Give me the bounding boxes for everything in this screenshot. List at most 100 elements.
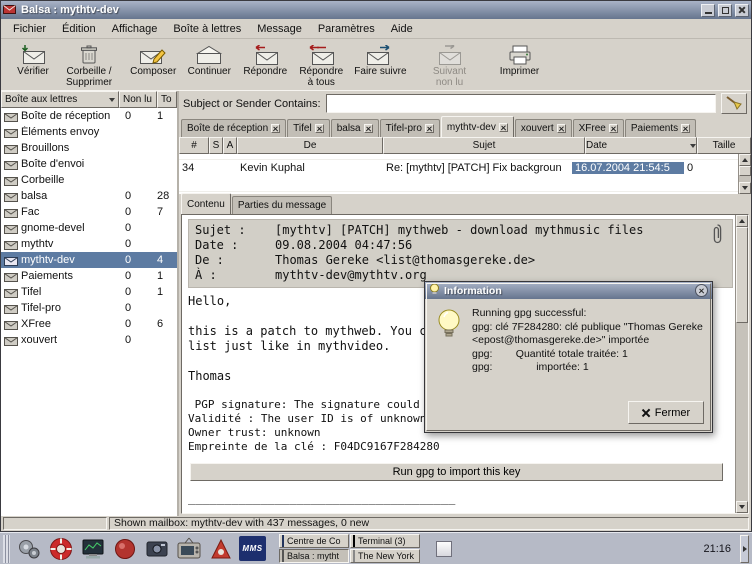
panel-handle[interactable] [3, 535, 10, 563]
partial-row[interactable] [179, 176, 738, 192]
mailbox-item-tifel-pro[interactable]: Tifel-pro0 [1, 300, 177, 316]
toolbar-imprimer[interactable]: Imprimer [492, 41, 548, 89]
mailbox-item-paiements[interactable]: Paiements01 [1, 268, 177, 284]
system-monitor-icon[interactable] [78, 535, 107, 563]
toolbar-faire-suivre[interactable]: Faire suivre [349, 41, 411, 89]
panel-hide-button[interactable] [740, 535, 749, 563]
tab-tifel[interactable]: Tifel [287, 119, 330, 137]
scroll-up-icon[interactable] [736, 215, 748, 227]
tab-xouvert[interactable]: xouvert [515, 119, 572, 137]
mailbox-col-to[interactable]: To [157, 91, 177, 108]
content-tab-contenu[interactable]: Contenu [181, 193, 231, 214]
menu-fichier[interactable]: Fichier [5, 21, 54, 37]
scroll-down-icon[interactable] [739, 182, 751, 194]
task-the-new-york[interactable]: The New York [350, 549, 420, 563]
clear-filter-button[interactable] [721, 93, 747, 114]
col-label: Boîte aux lettres [5, 94, 77, 105]
message-view-scrollbar[interactable] [735, 215, 748, 513]
toolbar-corbeille-supprimer[interactable]: Corbeille / Supprimer [61, 41, 117, 89]
screenshot-icon[interactable] [142, 535, 171, 563]
mailbox-name: Tifel [21, 286, 123, 298]
dialog-close-icon[interactable] [695, 284, 708, 297]
task-centre-de-co[interactable]: Centre de Co [279, 534, 349, 548]
menu-edition[interactable]: Édition [54, 21, 104, 37]
red-app-icon[interactable] [110, 535, 139, 563]
col-label: Sujet [473, 140, 496, 151]
tab-close-icon[interactable] [271, 124, 280, 133]
tab-paiements[interactable]: Paiements [625, 119, 696, 137]
lifebuoy-icon[interactable] [46, 535, 75, 563]
fermer-button[interactable]: Fermer [628, 401, 704, 424]
mailbox-item-boite-d-envoi[interactable]: Boîte d'envoi [1, 156, 177, 172]
scrollbar-thumb[interactable] [739, 166, 751, 176]
scrollbar-thumb[interactable] [736, 227, 748, 323]
mailbox-item-gnome-devel[interactable]: gnome-devel0 [1, 220, 177, 236]
mailbox-item-boite-de-reception[interactable]: Boîte de réception01 [1, 108, 177, 124]
paperclip-icon[interactable] [712, 223, 726, 283]
tab-mythtv-dev[interactable]: mythtv-dev [441, 116, 514, 137]
minimize-button[interactable] [701, 4, 715, 17]
mailbox-col-boite-aux-lettres[interactable]: Boîte aux lettres [1, 91, 119, 108]
mailbox-item-corbeille[interactable]: Corbeille [1, 172, 177, 188]
mailbox-item-xfree[interactable]: XFree06 [1, 316, 177, 332]
tab-close-icon[interactable] [499, 123, 508, 132]
mms-icon[interactable]: MMS [238, 535, 267, 563]
task-balsa-mytht[interactable]: Balsa : mytht [279, 549, 349, 563]
menu-aide[interactable]: Aide [383, 21, 421, 37]
tab-close-icon[interactable] [609, 124, 618, 133]
list-col-de[interactable]: De [237, 137, 383, 154]
menu-parametres[interactable]: Paramètres [310, 21, 383, 37]
message-list-scrollbar[interactable] [738, 154, 751, 194]
list-col-taille[interactable]: Taille [697, 137, 751, 154]
mailbox-item-elements-envoy[interactable]: Éléments envoy [1, 124, 177, 140]
tray-icon[interactable] [436, 541, 452, 557]
mailbox-item-brouillons[interactable]: Brouillons [1, 140, 177, 156]
mailbox-item-mythtv[interactable]: mythtv0 [1, 236, 177, 252]
run-gpg-import-button[interactable]: Run gpg to import this key [190, 463, 723, 481]
list-col-sujet[interactable]: Sujet [383, 137, 585, 154]
toolbar-composer[interactable]: Composer [125, 41, 181, 89]
toolbar-continuer[interactable]: Continuer [181, 41, 237, 89]
mailbox-name: Fac [21, 206, 123, 218]
mailbox-item-fac[interactable]: Fac07 [1, 204, 177, 220]
content-tab-parties-du-message[interactable]: Parties du message [232, 196, 332, 214]
mailbox-item-mythtv-dev[interactable]: mythtv-dev04 [1, 252, 177, 268]
title-bar[interactable]: Balsa : mythtv-dev [1, 1, 751, 19]
tab-close-icon[interactable] [557, 124, 566, 133]
tab-balsa[interactable]: balsa [331, 119, 379, 137]
filter-input[interactable] [326, 94, 716, 113]
list-col-a[interactable]: A [223, 137, 237, 154]
tab-close-icon[interactable] [315, 124, 324, 133]
tv-icon[interactable] [174, 535, 203, 563]
tab-close-icon[interactable] [364, 124, 373, 133]
tab-tifel-pro[interactable]: Tifel-pro [380, 119, 440, 137]
dialog-title-bar[interactable]: Information [425, 282, 712, 299]
close-button[interactable] [735, 4, 749, 17]
maximize-button[interactable] [718, 4, 732, 17]
toolbar-repondre-a-tous[interactable]: Répondre à tous [293, 41, 349, 89]
tab-boite-de-reception[interactable]: Boîte de réception [181, 119, 286, 137]
mailbox-item-tifel[interactable]: Tifel01 [1, 284, 177, 300]
red-logo-icon[interactable] [206, 535, 235, 563]
message-row[interactable]: 34Kevin KuphalRe: [mythtv] [PATCH] Fix b… [179, 160, 738, 176]
tab-close-icon[interactable] [681, 124, 690, 133]
toolbar-repondre[interactable]: Répondre [237, 41, 293, 89]
menu-affichage[interactable]: Affichage [104, 21, 166, 37]
scroll-down-icon[interactable] [736, 501, 748, 513]
list-col-date[interactable]: Date [585, 137, 697, 154]
mailbox-item-xouvert[interactable]: xouvert0 [1, 332, 177, 348]
list-col-s[interactable]: S [209, 137, 223, 154]
toolbar-verifier[interactable]: Vérifier [5, 41, 61, 89]
gears-icon[interactable] [14, 535, 43, 563]
content-tabs: ContenuParties du message [179, 194, 751, 214]
list-col-[interactable]: # [179, 137, 209, 154]
tab-label: Paiements [631, 123, 678, 134]
mailbox-col-non-lu[interactable]: Non lu [119, 91, 157, 108]
tab-close-icon[interactable] [425, 124, 434, 133]
task-terminal-3[interactable]: Terminal (3) [350, 534, 420, 548]
menu-boite-a-lettres[interactable]: Boîte à lettres [165, 21, 249, 37]
tab-xfree[interactable]: XFree [573, 119, 624, 137]
scroll-up-icon[interactable] [739, 154, 751, 166]
menu-message[interactable]: Message [249, 21, 310, 37]
mailbox-item-balsa[interactable]: balsa028 [1, 188, 177, 204]
